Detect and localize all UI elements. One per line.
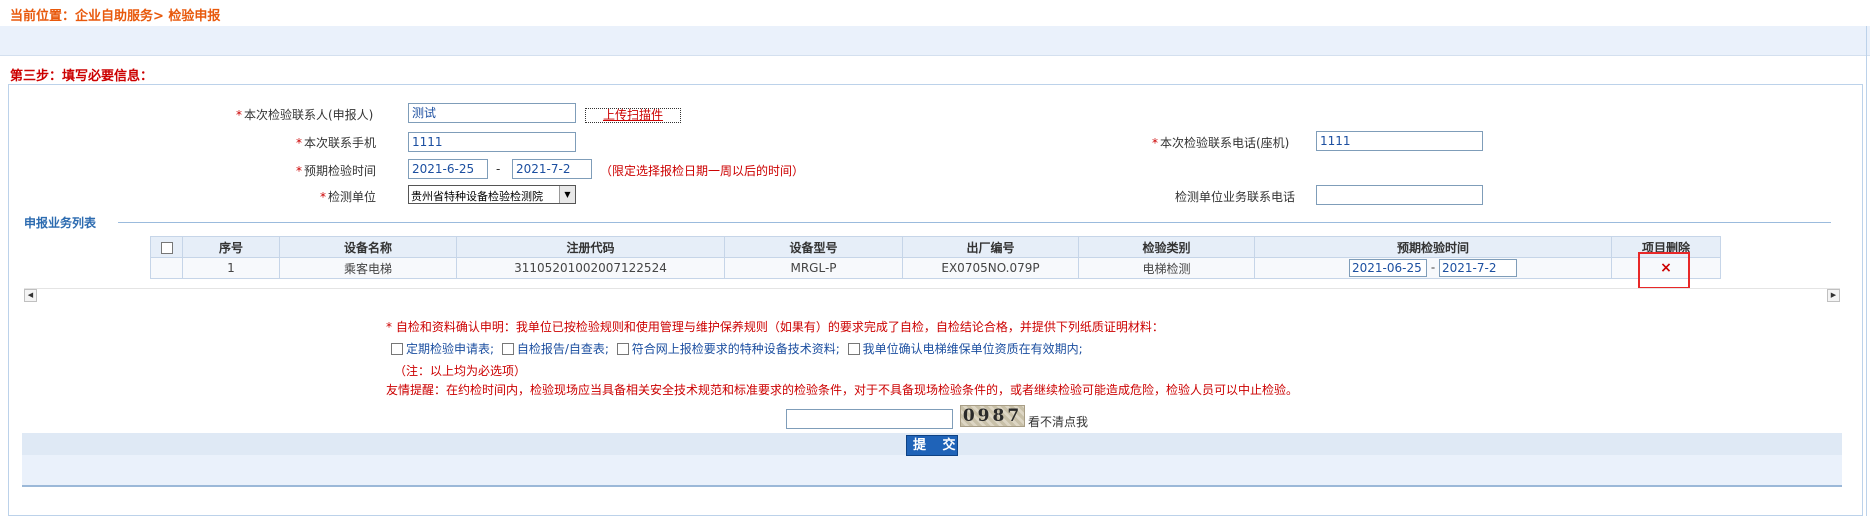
option-checkbox[interactable]: [616, 343, 629, 355]
inspection-unit-label: * 检测单位: [320, 190, 377, 204]
device-name-cell: 乘客电梯: [279, 257, 457, 279]
unit-phone-label: 检测单位业务联系电话: [1175, 190, 1296, 204]
required-mark: *: [1152, 136, 1158, 150]
table-row: 1 乘客电梯 31105201002007122524 MRGL-P EX070…: [150, 257, 1721, 279]
option-tech-documents[interactable]: 符合网上报检要求的特种设备技术资料;: [616, 340, 840, 357]
select-all-checkbox[interactable]: [160, 241, 173, 254]
mobile-label: * 本次联系手机: [296, 136, 377, 150]
seq-cell: 1: [182, 257, 280, 279]
breadcrumb-path[interactable]: 企业自助服务> 检验申报: [75, 9, 220, 24]
row-date-from-input[interactable]: 2021-06-25: [1349, 259, 1427, 277]
column-header: 注册代码: [456, 236, 725, 258]
date-separator: -: [496, 162, 501, 176]
upload-scan-button[interactable]: 上传扫描件: [585, 108, 681, 123]
date-from-input[interactable]: 2021-6-25: [408, 159, 488, 179]
section-divider: [118, 222, 1831, 223]
required-mark: *: [236, 108, 242, 122]
row-date-to-input[interactable]: 2021-7-2: [1439, 259, 1517, 277]
breadcrumb-prefix: 当前位置：: [10, 9, 76, 24]
column-header: 序号: [182, 236, 280, 258]
option-periodic-application[interactable]: 定期检验申请表;: [391, 340, 494, 357]
date-to-input[interactable]: 2021-7-2: [512, 159, 592, 179]
column-header: 检验类别: [1078, 236, 1255, 258]
inspection-unit-select[interactable]: 贵州省特种设备检验检测院 ▼: [408, 185, 576, 204]
delete-highlight-box: [1638, 252, 1690, 289]
row-select-cell: [150, 257, 183, 279]
inspection-unit-value: 贵州省特种设备检验检测院: [411, 190, 543, 203]
column-header: 预期检验时间: [1254, 236, 1612, 258]
declaration-options: 定期检验申请表; 自检报告/自查表; 符合网上报检要求的特种设备技术资料; 我单…: [391, 340, 1087, 357]
inspect-type-cell: 电梯检测: [1078, 257, 1255, 279]
column-header: 设备名称: [279, 236, 457, 258]
submit-button[interactable]: 提 交: [906, 435, 958, 456]
column-header: 出厂编号: [902, 236, 1079, 258]
required-mark: *: [296, 164, 302, 178]
landline-input[interactable]: 1111: [1316, 131, 1483, 151]
business-table: 序号 设备名称 注册代码 设备型号 出厂编号 检验类别 预期检验时间 项目删除 …: [150, 236, 1721, 279]
table-header-row: 序号 设备名称 注册代码 设备型号 出厂编号 检验类别 预期检验时间 项目删除: [150, 236, 1721, 258]
column-header: 设备型号: [724, 236, 903, 258]
landline-label: * 本次检验联系电话(座机): [1152, 136, 1290, 150]
select-all-cell[interactable]: [150, 236, 183, 258]
option-self-check-report[interactable]: 自检报告/自查表;: [501, 340, 609, 357]
captcha-image[interactable]: 0987: [960, 405, 1025, 427]
reg-code-cell: 31105201002007122524: [456, 257, 725, 279]
required-note: （注：以上均为必选项）: [394, 364, 527, 378]
breadcrumb: 当前位置：企业自助服务> 检验申报: [10, 5, 220, 24]
scroll-right-icon[interactable]: ▶: [1827, 289, 1840, 302]
option-checkbox[interactable]: [501, 343, 514, 355]
expected-date-label: * 预期检验时间: [296, 164, 377, 178]
row-date-separator: -: [1430, 260, 1436, 275]
row-date-cell: 2021-06-25 - 2021-7-2: [1254, 257, 1612, 279]
option-checkbox[interactable]: [391, 343, 403, 355]
horizontal-scrollbar[interactable]: ◀ ▶: [24, 288, 1840, 302]
declaration-text: * 自检和资料确认申明：我单位已按检验规则和使用管理与维护保养规则（如果有）的要…: [386, 320, 1164, 334]
factory-no-cell: EX0705NO.079P: [902, 257, 1079, 279]
model-cell: MRGL-P: [724, 257, 903, 279]
step-title: 第三步：填写必要信息：: [10, 69, 154, 84]
date-hint: （限定选择报检日期一周以后的时间）: [600, 164, 805, 178]
friendly-reminder: 友情提醒：在约检时间内，检验现场应当具备相关安全技术规范和标准要求的检验条件，对…: [386, 383, 1299, 397]
contact-input[interactable]: 测试: [408, 103, 576, 123]
right-edge-line: [1866, 26, 1867, 516]
option-checkbox[interactable]: [847, 343, 860, 355]
chevron-down-icon: ▼: [559, 186, 575, 203]
captcha-refresh-link[interactable]: 看不清点我: [1028, 413, 1088, 430]
scroll-left-icon[interactable]: ◀: [24, 289, 37, 302]
business-list-title: 申报业务列表: [24, 216, 97, 230]
top-band: [0, 26, 1870, 56]
mobile-input[interactable]: 1111: [408, 132, 576, 152]
required-mark: *: [296, 136, 302, 150]
option-maintenance-qualification[interactable]: 我单位确认电梯维保单位资质在有效期内;: [847, 340, 1083, 357]
required-mark: *: [320, 190, 326, 204]
contact-label: * 本次检验联系人(申报人): [236, 108, 374, 122]
footer-band-lower: [22, 455, 1842, 487]
unit-phone-input[interactable]: [1316, 185, 1483, 205]
captcha-input[interactable]: [786, 409, 953, 429]
